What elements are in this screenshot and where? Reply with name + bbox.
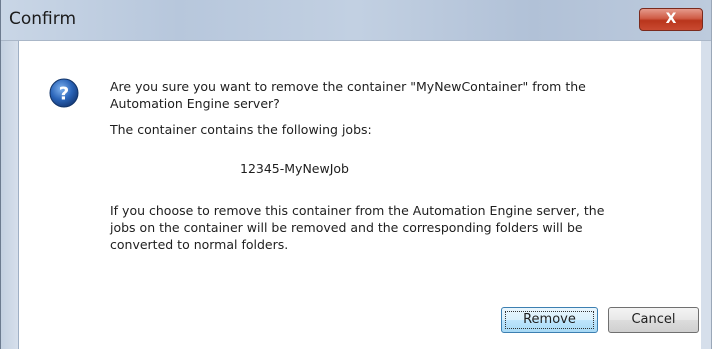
window-frame-right — [701, 41, 711, 349]
warning-text-continued: jobs on the container will be removed an… — [110, 220, 583, 235]
close-icon: X — [665, 11, 677, 27]
confirm-dialog-window: Confirm X ? Are you sure you want to rem… — [0, 0, 712, 349]
warning-text: If you choose to remove this container f… — [110, 203, 605, 218]
remove-button[interactable]: Remove — [501, 307, 598, 333]
job-name: 12345-MyNewJob — [240, 161, 349, 176]
title-bar[interactable]: Confirm X — [1, 0, 711, 41]
warning-text-end: converted to normal folders. — [110, 237, 289, 252]
close-button[interactable]: X — [639, 8, 703, 31]
jobs-intro-text: The container contains the following job… — [110, 122, 372, 137]
window-frame-left — [1, 41, 18, 349]
message-text-continued: Automation Engine server? — [110, 96, 280, 111]
svg-text:?: ? — [59, 84, 69, 105]
question-icon: ? — [49, 78, 79, 108]
dialog-content: ? Are you sure you want to remove the co… — [18, 41, 701, 349]
cancel-button[interactable]: Cancel — [608, 307, 699, 333]
message-text: Are you sure you want to remove the cont… — [110, 79, 586, 94]
focus-ring — [505, 311, 594, 329]
window-title: Confirm — [9, 9, 77, 29]
cancel-button-label: Cancel — [631, 312, 676, 327]
